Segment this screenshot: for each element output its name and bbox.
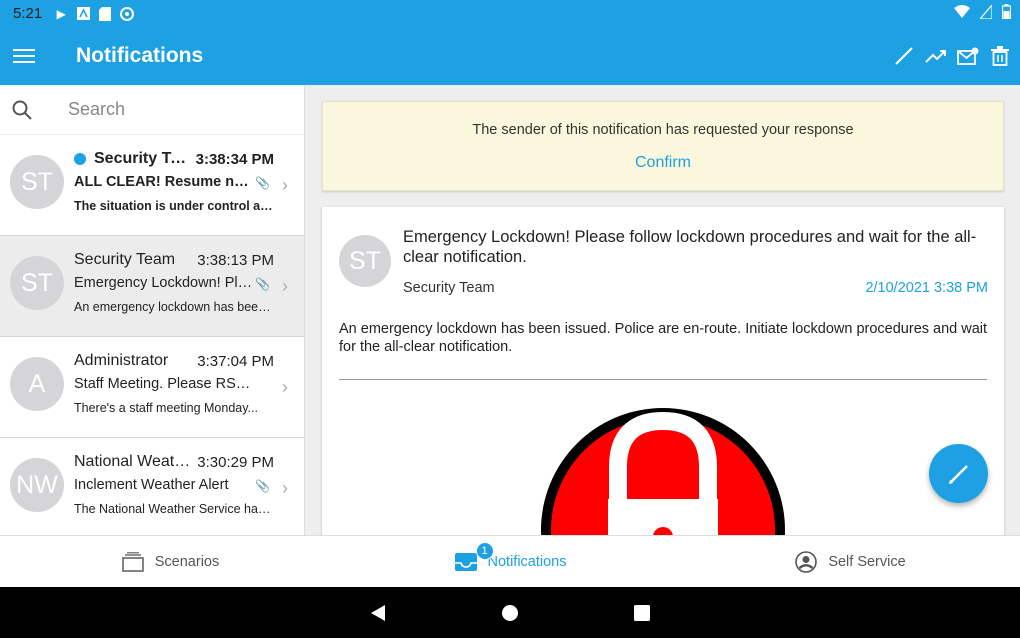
divider	[339, 379, 987, 380]
notification-sender: National Weather Service	[74, 453, 194, 470]
search-icon[interactable]	[0, 100, 44, 120]
detail-sender: Security Team	[403, 280, 495, 296]
home-circle-icon	[502, 604, 518, 621]
trending-button[interactable]	[922, 36, 950, 76]
notification-sender: Administrator	[74, 352, 169, 369]
tab-self-service-label: Self Service	[828, 553, 906, 570]
response-request-message: The sender of this notification has requ…	[472, 122, 854, 138]
tab-self-service[interactable]: Self Service	[680, 536, 1020, 587]
response-request-banner: The sender of this notification has requ…	[322, 101, 1004, 191]
notification-time: 3:38:34 PM	[195, 150, 274, 168]
confirm-button[interactable]: Confirm	[635, 154, 691, 172]
notification-item[interactable]: ST Security Team 3:38:34 PM ALL CLEAR! R…	[0, 135, 304, 236]
avatar: NW	[10, 458, 64, 512]
pencil-icon	[895, 47, 913, 65]
notification-time: 3:30:29 PM	[197, 453, 274, 471]
notification-preview: The National Weather Service has issued …	[74, 502, 274, 516]
search-input[interactable]	[68, 99, 288, 120]
trash-icon	[991, 46, 1009, 66]
back-button[interactable]	[366, 601, 390, 625]
status-time: 5:21	[13, 5, 43, 22]
notification-detail-panel: The sender of this notification has requ…	[306, 85, 1020, 535]
app-icon	[76, 7, 90, 21]
attachment-icon: 📎	[255, 176, 270, 190]
notification-time: 3:37:04 PM	[197, 352, 274, 370]
app-bar: Notifications	[0, 27, 1020, 85]
unread-dot	[74, 153, 86, 165]
notification-item[interactable]: A Administrator 3:37:04 PM Staff Meeting…	[0, 337, 304, 438]
notification-subject: Emergency Lockdown! Please follow lockdo…	[74, 275, 254, 291]
detail-body: An emergency lockdown has been issued. P…	[339, 321, 988, 355]
battery-icon	[1001, 4, 1012, 23]
tab-notifications-label: Notifications	[487, 553, 567, 570]
detail-date: 2/10/2021 3:38 PM	[865, 280, 988, 296]
attachment-icon: 📎	[255, 479, 270, 493]
page-title: Notifications	[76, 44, 204, 67]
notification-item[interactable]: NW National Weather Service 3:30:29 PM I…	[0, 438, 304, 535]
notification-list-panel: ST Security Team 3:38:34 PM ALL CLEAR! R…	[0, 85, 305, 535]
recents-square-icon	[634, 604, 650, 621]
tab-scenarios[interactable]: Scenarios	[0, 536, 340, 587]
wifi-icon	[954, 5, 970, 22]
edit-button[interactable]	[890, 36, 918, 76]
notification-detail-card: ST Emergency Lockdown! Please follow loc…	[322, 207, 1004, 535]
play-icon: ▶	[56, 6, 66, 21]
avatar: ST	[10, 256, 64, 310]
mark-read-button[interactable]	[954, 36, 982, 76]
detail-subject: Emergency Lockdown! Please follow lockdo…	[403, 228, 977, 266]
bottom-nav: Scenarios 1 Notifications Self Service	[0, 535, 1020, 587]
scenarios-icon	[121, 550, 145, 574]
tab-notifications[interactable]: 1 Notifications	[340, 536, 680, 587]
notification-preview: There's a staff meeting Monday...	[74, 401, 258, 415]
delete-button[interactable]	[986, 36, 1014, 76]
notification-item[interactable]: ST Security Team 3:38:13 PM Emergency Lo…	[0, 236, 304, 337]
notification-sender: Security Team	[94, 150, 192, 167]
pencil-icon	[948, 464, 968, 484]
home-button[interactable]	[498, 601, 522, 625]
avatar: A	[10, 357, 64, 411]
chevron-right-icon: ›	[282, 276, 288, 296]
sd-card-icon	[98, 6, 112, 21]
sender-avatar: ST	[339, 235, 391, 287]
lockdown-lock-image	[541, 408, 785, 535]
attachment-icon: 📎	[255, 277, 270, 291]
notification-subject: ALL CLEAR! Resume normal operations	[74, 174, 254, 190]
notification-preview: The situation is under control and norma…	[74, 199, 274, 213]
sync-icon	[120, 6, 135, 21]
chevron-right-icon: ›	[282, 377, 288, 397]
mail-dot-icon	[957, 47, 979, 65]
signal-icon	[978, 2, 993, 23]
account-circle-icon	[794, 550, 818, 574]
compose-fab[interactable]	[929, 444, 988, 503]
notification-subject: Staff Meeting. Please RSVP.	[74, 376, 254, 392]
notification-preview: An emergency lockdown has been issued.	[74, 300, 274, 314]
trending-up-icon	[925, 50, 946, 63]
notification-time: 3:38:13 PM	[197, 251, 274, 269]
back-triangle-icon	[371, 604, 385, 621]
tab-scenarios-label: Scenarios	[154, 553, 220, 570]
recents-button[interactable]	[630, 601, 654, 625]
inbox-icon: 1	[454, 541, 494, 574]
status-bar: 5:21 ▶	[0, 0, 1020, 27]
hamburger-icon	[13, 49, 35, 63]
search-bar	[0, 85, 304, 135]
menu-button[interactable]	[0, 32, 48, 80]
chevron-right-icon: ›	[282, 175, 288, 195]
notification-subject: Inclement Weather Alert	[74, 477, 229, 493]
notification-sender: Security Team	[74, 251, 176, 268]
system-nav-bar	[0, 587, 1020, 638]
notifications-badge: 1	[475, 541, 494, 560]
chevron-right-icon: ›	[282, 478, 288, 498]
avatar: ST	[10, 155, 64, 209]
